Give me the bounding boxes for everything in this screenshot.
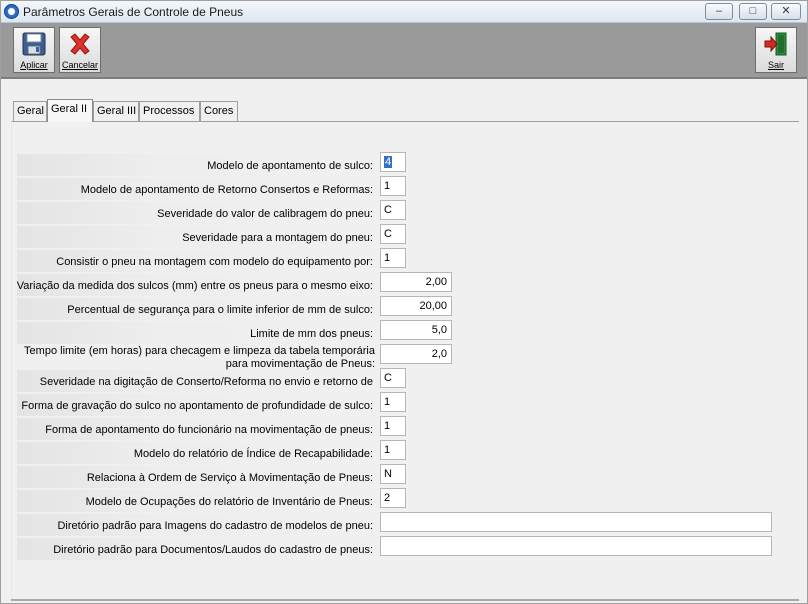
field-label-modelo-apontamento-sulco: Modelo de apontamento de sulco: [207,160,373,172]
save-disk-icon [22,32,46,56]
sair-button[interactable]: Sair [755,27,797,73]
tab-geral-ii[interactable]: Geral II [47,99,93,122]
app-icon [4,4,19,19]
modelo-apontamento-sulco-input[interactable]: 4 [380,152,406,172]
minimize-button[interactable]: – [705,3,733,20]
forma-gravacao-sulco-input[interactable]: 1 [380,392,406,412]
exit-door-icon [764,32,787,56]
forma-apontamento-funcionario-input[interactable]: 1 [380,416,406,436]
percentual-seguranca-input[interactable]: 20,00 [380,296,452,316]
severidade-calibragem-input[interactable]: C [380,200,406,220]
aplicar-button[interactable]: Aplicar [13,27,55,73]
field-label-percentual-seguranca: Percentual de segurança para o limite in… [67,304,373,316]
toolbar: Aplicar Cancelar Sair [1,23,807,79]
field-label-modelo-relatorio-recapabilidade: Modelo do relatório de Índice de Recapab… [133,448,373,460]
severidade-montagem-input[interactable]: C [380,224,406,244]
cancelar-label: Cancelar [61,60,99,70]
tab-processos[interactable]: Processos [139,101,200,121]
field-label-modelo-retorno-consertos: Modelo de apontamento de Retorno Consert… [80,184,373,196]
diretorio-documentos-input[interactable] [380,536,772,556]
severidade-conserto-input[interactable]: C [380,368,406,388]
limite-mm-input[interactable]: 5,0 [380,320,452,340]
field-label-tempo-limite: Tempo limite (em horas) para checagem e … [24,345,375,370]
field-label-forma-gravacao-sulco: Forma de gravação do sulco no apontament… [21,400,373,412]
cancel-x-icon [70,33,90,55]
tab-geral[interactable]: Geral [13,101,47,121]
field-label-forma-apontamento-funcionario: Forma de apontamento do funcionário na m… [45,424,373,436]
main-window: Parâmetros Gerais de Controle de Pneus –… [0,0,808,604]
maximize-button[interactable]: □ [739,3,767,20]
field-label-severidade-conserto: Severidade na digitação de Conserto/Refo… [39,376,373,388]
modelo-retorno-consertos-input[interactable]: 1 [380,176,406,196]
modelo-ocupacoes-input[interactable]: 2 [380,488,406,508]
diretorio-imagens-input[interactable] [380,512,772,532]
field-label-limite-mm: Limite de mm dos pneus: [250,328,373,340]
field-label-severidade-calibragem: Severidade do valor de calibragem do pne… [157,208,373,220]
modelo-relatorio-recapabilidade-input[interactable]: 1 [380,440,406,460]
title-bar[interactable]: Parâmetros Gerais de Controle de Pneus –… [1,1,807,23]
cancelar-button[interactable]: Cancelar [59,27,101,73]
field-value: 4 [384,156,393,168]
relaciona-ordem-servico-input[interactable]: N [380,464,406,484]
tempo-limite-input[interactable]: 2,0 [380,344,452,364]
aplicar-label: Aplicar [20,60,48,70]
consistir-pneu-input[interactable]: 1 [380,248,406,268]
field-label-variacao-sulcos: Variação da medida dos sulcos (mm) entre… [16,280,373,292]
field-label-consistir-pneu: Consistir o pneu na montagem com modelo … [56,256,373,268]
field-label-relaciona-ordem-servico: Relaciona à Ordem de Serviço à Movimenta… [86,472,373,484]
field-label-modelo-ocupacoes: Modelo de Ocupações do relatório de Inve… [85,496,373,508]
field-label-severidade-montagem: Severidade para a montagem do pneu: [182,232,373,244]
field-label-diretorio-imagens: Diretório padrão para Imagens do cadastr… [57,520,373,532]
window-title: Parâmetros Gerais de Controle de Pneus [23,5,244,19]
close-button[interactable]: ✕ [771,3,801,20]
panel-bottom-edge [11,599,799,601]
tab-cores[interactable]: Cores [200,101,238,121]
tab-geral-iii[interactable]: Geral III [93,101,139,121]
variacao-sulcos-input[interactable]: 2,00 [380,272,452,292]
sair-label: Sair [767,60,784,70]
field-label-diretorio-documentos: Diretório padrão para Documentos/Laudos … [53,544,373,556]
